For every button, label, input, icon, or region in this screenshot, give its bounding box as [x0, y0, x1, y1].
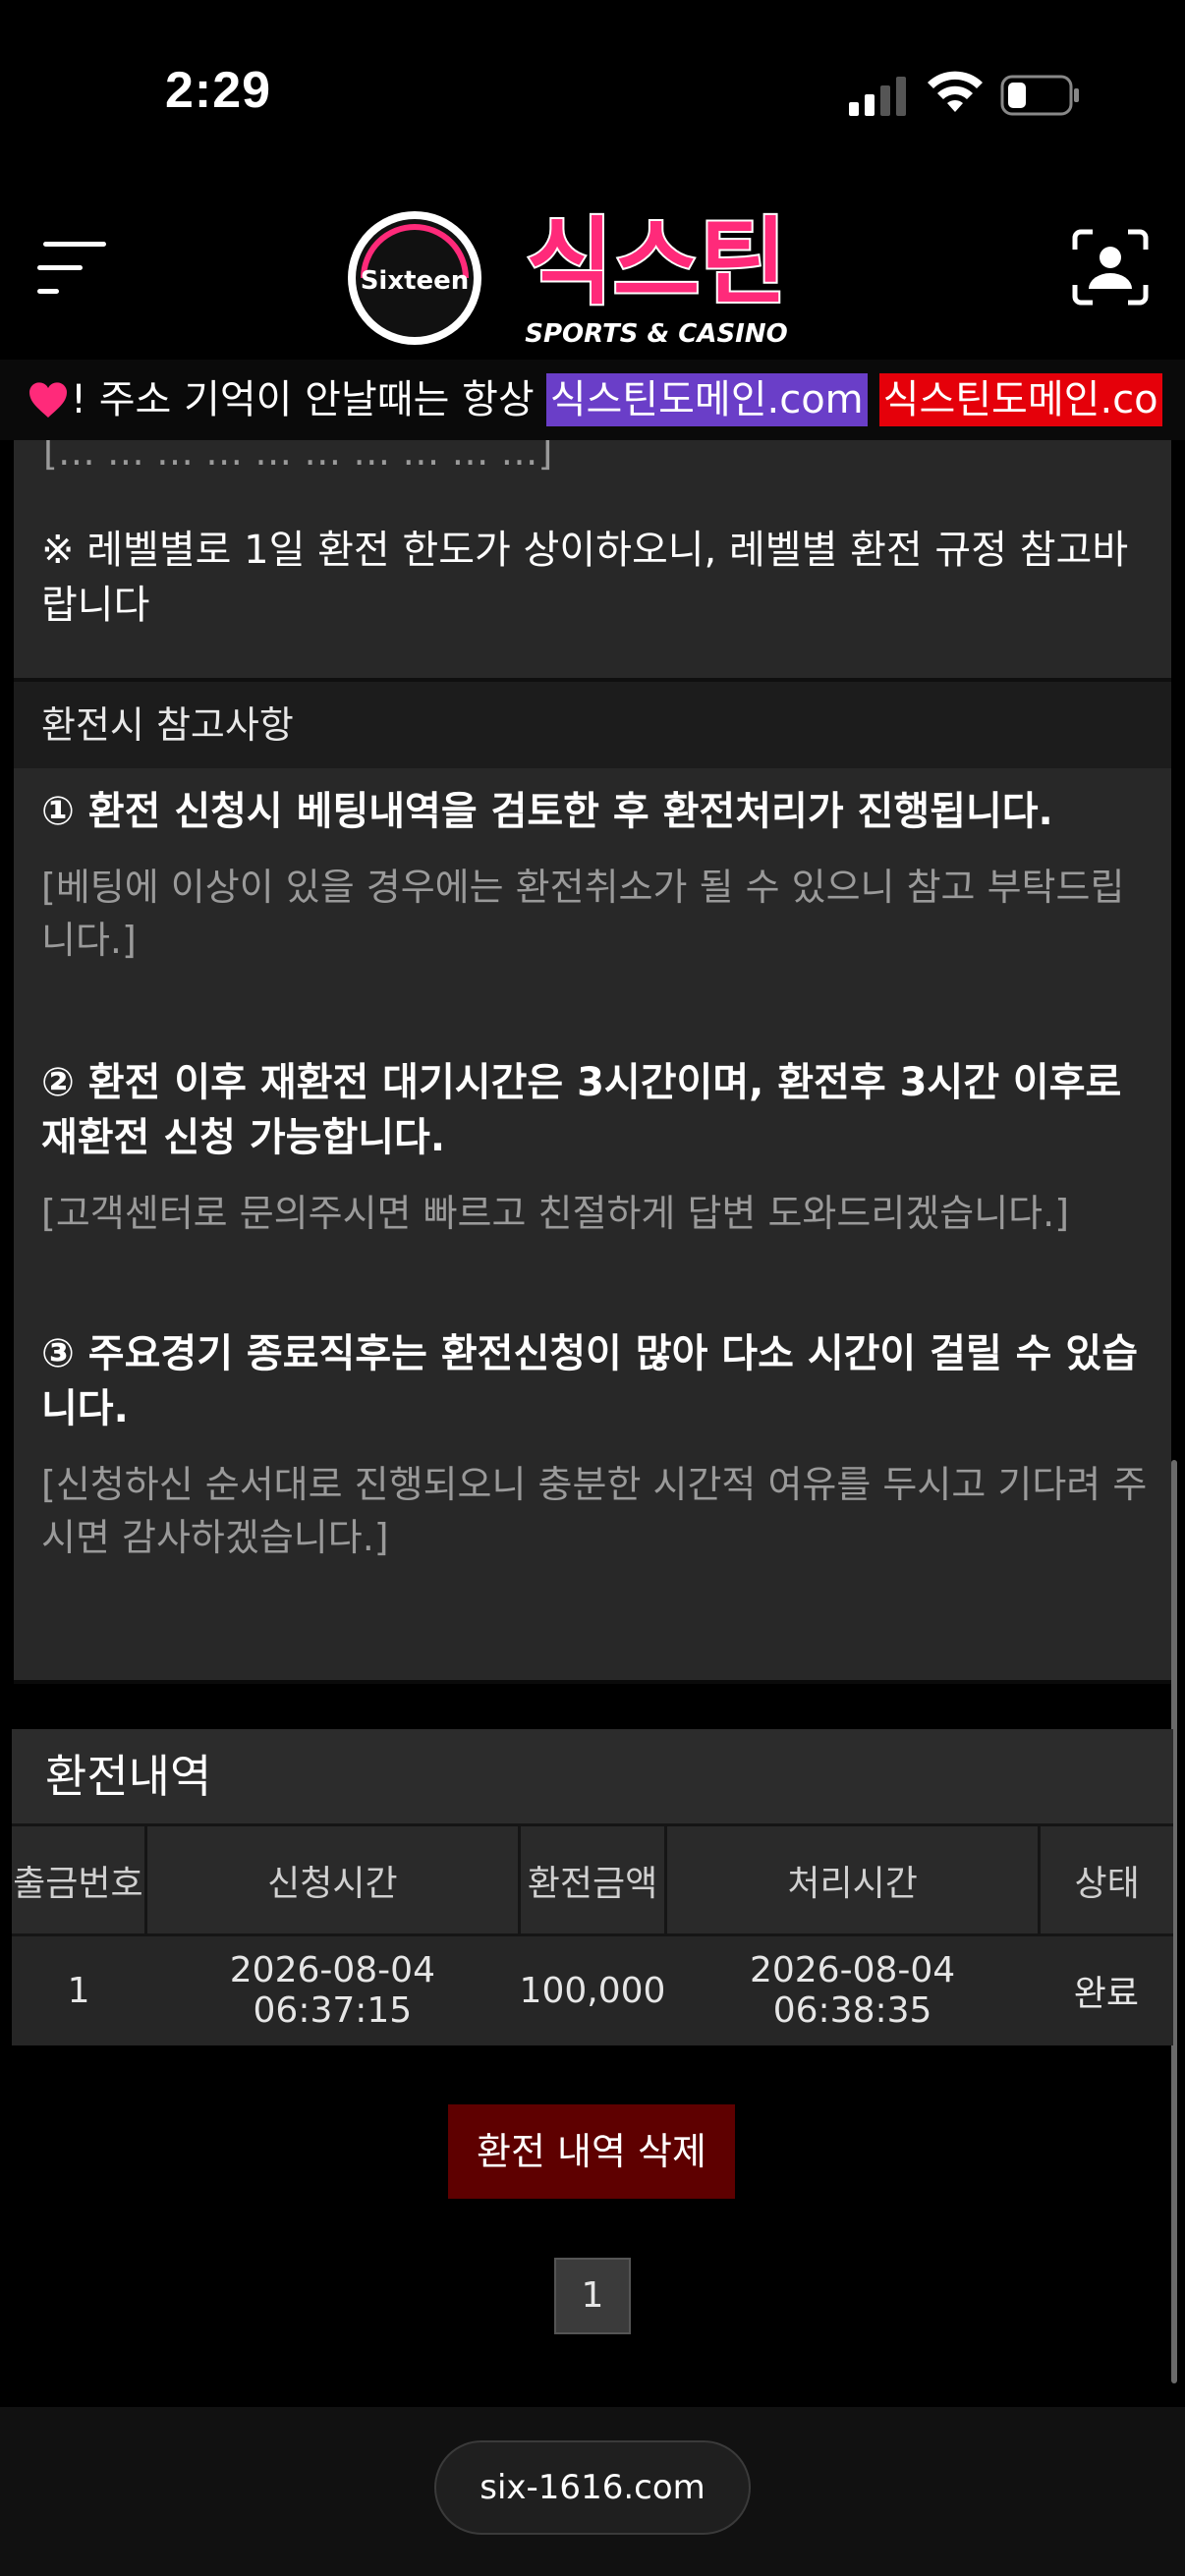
cell-amount: 100,000	[519, 1933, 666, 2045]
table-header-row: 출금번호 신청시간 환전금액 처리시간 상태	[12, 1823, 1173, 1935]
section-title: 환전시 참고사항	[14, 682, 1171, 768]
status-bar: 2:29	[0, 0, 1185, 196]
address-bar[interactable]: six-1616.com	[434, 2440, 751, 2535]
logo-subtitle-text: SPORTS & CASINO	[525, 319, 787, 349]
rule-item: ③ 주요경기 종료직후는 환전신청이 많아 다소 시간이 걸릴 수 있습니다. …	[41, 1326, 1152, 1564]
divider	[14, 1680, 1171, 1684]
logo-title-text: 식스틴	[527, 207, 787, 317]
exchange-rules-panel: [… … … … … … … … … …] ※ 레벨별로 1일 환전 한도가 상…	[14, 440, 1171, 1684]
rule-title: ③ 주요경기 종료직후는 환전신청이 많아 다소 시간이 걸릴 수 있습니다.	[41, 1331, 1138, 1431]
rule-item: ② 환전 이후 재환전 대기시간은 3시간이며, 환전후 3시간 이후로 재환전…	[41, 1055, 1152, 1240]
marquee-text: ! 주소 기억이 안날때는 항상	[71, 377, 535, 422]
cell-withdraw-number: 1	[12, 1933, 146, 2045]
rule-description: [신청하신 순서대로 진행되오니 충분한 시간적 여유를 두시고 기다려 주시면…	[41, 1463, 1148, 1559]
heart-icon	[29, 382, 67, 418]
hamburger-menu-icon[interactable]	[37, 236, 110, 301]
cell-status: 완료	[1039, 1933, 1173, 2045]
site-logo[interactable]: Sixteen 식스틴 SPORTS & CASINO	[344, 204, 843, 352]
logo-badge-text: Sixteen	[361, 266, 470, 296]
status-time: 2:29	[165, 62, 272, 119]
rule-title: ② 환전 이후 재환전 대기시간은 3시간이며, 환전후 3시간 이후로 재환전…	[41, 1060, 1122, 1160]
history-title: 환전내역	[12, 1729, 1173, 1823]
column-header: 신청시간	[145, 1823, 522, 1935]
rule-description: [고객센터로 문의주시면 빠르고 친절하게 답변 도와드리겠습니다.]	[41, 1192, 1070, 1235]
cellular-signal-icon	[849, 77, 906, 116]
table-row: 1 2026-08-04 06:37:15 100,000 2026-08-04…	[12, 1933, 1173, 2045]
cell-request-time: 2026-08-04 06:37:15	[145, 1933, 520, 2045]
column-header: 환전금액	[519, 1823, 667, 1935]
history-table: 출금번호 신청시간 환전금액 처리시간 상태 1 2026-08-04 06:3…	[12, 1823, 1173, 2045]
pagination-page-button[interactable]: 1	[554, 2258, 631, 2334]
rule-title: ① 환전 신청시 베팅내역을 검토한 후 환전처리가 진행됩니다.	[41, 789, 1053, 834]
marquee-domain-link-1[interactable]: 식스틴도메인.com	[545, 373, 868, 426]
announcement-marquee: ! 주소 기억이 안날때는 항상 식스틴도메인.com 식스틴도메인.co	[0, 360, 1185, 440]
exchange-history-panel: 환전내역 출금번호 신청시간 환전금액 처리시간 상태 1 2026-08-04…	[12, 1729, 1173, 2045]
rule-description: [베팅에 이상이 있을 경우에는 환전취소가 될 수 있으니 참고 부탁드립니다…	[41, 866, 1125, 962]
battery-icon	[1000, 75, 1079, 116]
marquee-domain-link-2[interactable]: 식스틴도메인.co	[878, 373, 1162, 426]
delete-history-button[interactable]: 환전 내역 삭제	[448, 2104, 735, 2199]
rule-item: ① 환전 신청시 베팅내역을 검토한 후 환전처리가 진행됩니다. [베팅에 이…	[41, 784, 1152, 967]
site-header: Sixteen 식스틴 SPORTS & CASINO	[0, 196, 1185, 360]
clipped-text: [… … … … … … … … … …]	[43, 440, 553, 474]
profile-scan-icon[interactable]	[1071, 228, 1150, 307]
cell-processed-time: 2026-08-04 06:38:35	[665, 1933, 1040, 2045]
column-header: 출금번호	[12, 1823, 147, 1935]
wifi-icon	[928, 71, 983, 112]
column-header: 처리시간	[665, 1823, 1042, 1935]
level-limit-notice: ※ 레벨별로 1일 환전 한도가 상이하오니, 레벨별 환전 규정 참고바랍니다	[41, 528, 1129, 628]
browser-bar: six-1616.com	[0, 2407, 1185, 2576]
column-header: 상태	[1039, 1823, 1173, 1935]
